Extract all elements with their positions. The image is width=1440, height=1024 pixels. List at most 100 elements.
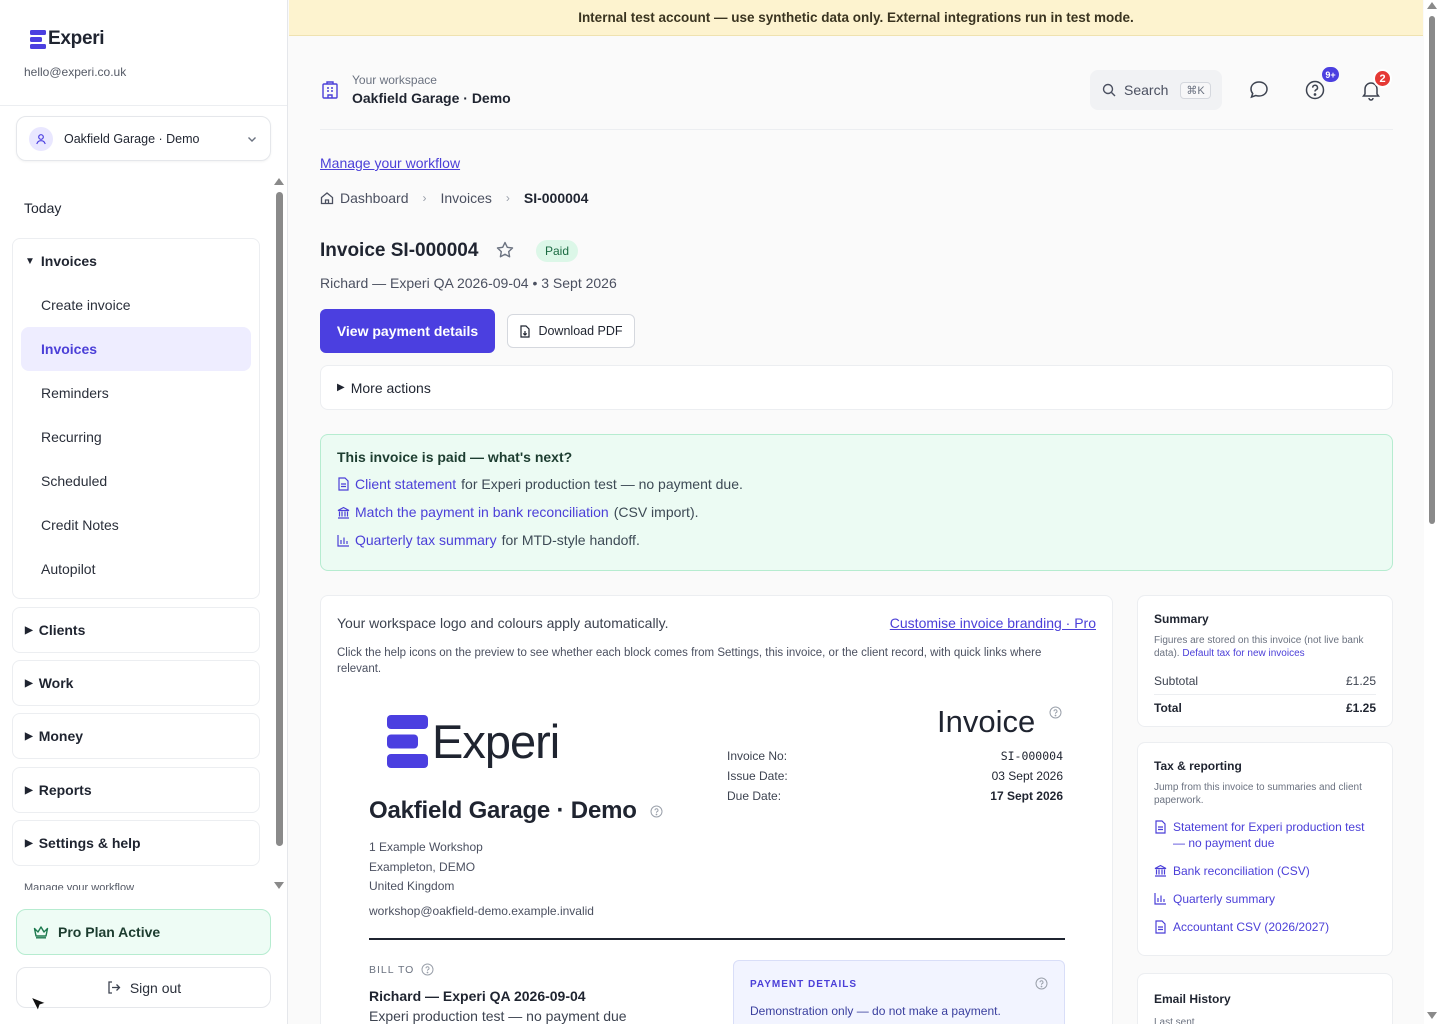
bank-reconciliation-link[interactable]: Match the payment in bank reconciliation [355, 504, 609, 520]
total-row: Total £1.25 [1154, 695, 1376, 721]
sidebar-scrollbar-thumb[interactable] [276, 192, 283, 846]
divider [0, 105, 287, 106]
scroll-down-arrow-icon[interactable] [1427, 1012, 1437, 1019]
nav-group-invoices: ▼ Invoices Create invoice Invoices Remin… [12, 238, 260, 599]
invoice-field-values: SI-000004 03 Sept 2026 17 Sept 2026 [990, 746, 1063, 806]
total-value: £1.25 [1345, 701, 1376, 715]
caret-right-icon: ▶ [25, 837, 33, 849]
page-scrollbar-thumb[interactable] [1429, 16, 1435, 524]
scroll-down-arrow-icon[interactable] [274, 882, 284, 889]
sidebar-item-reminders[interactable]: Reminders [21, 371, 251, 415]
download-pdf-button[interactable]: Download PDF [507, 314, 635, 348]
help-icon[interactable] [1303, 78, 1327, 102]
subtotal-value: £1.25 [1345, 674, 1376, 688]
list-item: Match the payment in bank reconciliation… [337, 504, 1376, 520]
list-item-text: (CSV import). [613, 504, 699, 520]
help-badge: 9+ [1322, 67, 1339, 82]
experi-logo-icon [387, 715, 428, 768]
bill-to-name: Richard — Experi QA 2026-09-04 [369, 988, 586, 1004]
more-actions-toggle[interactable]: ▶ More actions [320, 365, 1393, 410]
address-line: Exampleton, DEMO [369, 859, 476, 874]
total-label: Total [1154, 701, 1182, 715]
invoice-preview-card: Your workspace logo and colours apply au… [320, 595, 1113, 1024]
page-scrollbar[interactable] [1424, 0, 1440, 1024]
help-circle-icon[interactable] [1049, 706, 1062, 719]
customise-branding-link[interactable]: Customise invoice branding · Pro [890, 615, 1096, 631]
scroll-up-arrow-icon[interactable] [1427, 2, 1437, 9]
document-download-icon [520, 324, 531, 338]
page-title: Invoice SI-000004 [320, 240, 479, 261]
sidebar-item-autopilot[interactable]: Autopilot [21, 547, 251, 591]
nav-group-label: Money [38, 728, 84, 744]
invoice-logo: Experi [387, 714, 560, 769]
scroll-up-arrow-icon[interactable] [274, 178, 284, 185]
nav-group-settings[interactable]: ▶ Settings & help [12, 820, 260, 866]
sidebar-item-invoices[interactable]: Invoices [21, 327, 251, 371]
sign-out-button[interactable]: Sign out [16, 967, 271, 1008]
tax-link-accountant-csv[interactable]: Accountant CSV (2026/2027) [1154, 919, 1376, 935]
bill-to-sub: Experi production test — no payment due [369, 1008, 627, 1024]
branding-intro: Your workspace logo and colours apply au… [337, 615, 669, 631]
sidebar-nav: Today ▼ Invoices Create invoice Invoices… [0, 178, 272, 890]
sidebar-item-credit-notes[interactable]: Credit Notes [21, 503, 251, 547]
caret-right-icon: ▶ [337, 382, 345, 393]
subtotal-row: Subtotal £1.25 [1154, 668, 1376, 695]
manage-workflow-link[interactable]: Manage your workflow [320, 155, 460, 171]
subtotal-label: Subtotal [1154, 674, 1199, 688]
payment-details-title: PAYMENT DETAILS [750, 979, 858, 990]
nav-today[interactable]: Today [24, 200, 61, 216]
tax-link-statement[interactable]: Statement for Experi production test — n… [1154, 819, 1376, 851]
divider [369, 938, 1065, 940]
document-icon [338, 477, 349, 491]
chat-icon[interactable] [1247, 78, 1271, 102]
quarterly-tax-summary-link[interactable]: Quarterly tax summary [355, 532, 497, 548]
help-circle-icon[interactable] [650, 805, 663, 818]
sidebar-item-scheduled[interactable]: Scheduled [21, 459, 251, 503]
preview-help-text: Click the help icons on the preview to s… [337, 647, 1042, 675]
help-circle-icon[interactable] [1035, 977, 1048, 990]
tax-reporting-card: Tax & reporting Jump from this invoice t… [1137, 742, 1393, 956]
email-last-sent: Last sent [1154, 1017, 1195, 1024]
issue-date-label: Issue Date: [727, 769, 788, 783]
due-date-label: Due Date: [727, 789, 782, 803]
nav-manage-workflow[interactable]: Manage your workflow [24, 882, 134, 890]
breadcrumb-dashboard[interactable]: Dashboard [340, 190, 409, 206]
nav-group-reports[interactable]: ▶ Reports [12, 767, 260, 813]
tax-link-bank-reconciliation[interactable]: Bank reconciliation (CSV) [1154, 863, 1376, 879]
nav-group-clients[interactable]: ▶ Clients [12, 607, 260, 653]
search-shortcut: ⌘K [1180, 81, 1211, 99]
nav-group-work[interactable]: ▶ Work [12, 660, 260, 706]
breadcrumb-invoices[interactable]: Invoices [441, 190, 492, 206]
email-history-card: Email History Last sent [1137, 973, 1393, 1024]
more-actions-label: More actions [350, 379, 431, 396]
status-badge: Paid [536, 240, 579, 262]
caret-down-icon: ▼ [25, 255, 35, 267]
tax-title: Tax & reporting [1154, 759, 1242, 773]
invoice-no-value: SI-000004 [1000, 749, 1063, 763]
workspace-select[interactable]: Oakfield Garage · Demo [16, 116, 271, 161]
sidebar-item-create-invoice[interactable]: Create invoice [21, 283, 251, 327]
sidebar-item-recurring[interactable]: Recurring [21, 415, 251, 459]
view-payment-details-button[interactable]: View payment details [320, 309, 495, 353]
default-tax-link[interactable]: Default tax for new invoices [1182, 648, 1304, 659]
nav-group-header-invoices[interactable]: ▼ Invoices [13, 239, 259, 283]
list-item: Client statement for Experi production t… [337, 476, 1376, 492]
caret-right-icon: ▶ [25, 624, 33, 636]
company-address: 1 Example Workshop Exampleton, DEMO Unit… [369, 838, 483, 897]
tax-link-quarterly-summary[interactable]: Quarterly summary [1154, 891, 1376, 907]
nav-group-money[interactable]: ▶ Money [12, 713, 260, 759]
breadcrumb: Dashboard › Invoices › SI-000004 [320, 190, 588, 206]
document-icon [1155, 820, 1166, 834]
pro-plan-badge[interactable]: Pro Plan Active [16, 909, 271, 955]
star-icon[interactable] [495, 240, 515, 260]
nav-group-label: Reports [38, 782, 92, 798]
client-statement-link[interactable]: Client statement [355, 476, 456, 492]
brand-logo[interactable]: Experi [30, 28, 105, 50]
sidebar: Experi hello@experi.co.uk Oakfield Garag… [0, 0, 288, 1024]
nav-group-label: Invoices [40, 253, 97, 269]
company-name: Oakfield Garage · Demo [369, 797, 637, 824]
search-button[interactable]: Search ⌘K [1090, 70, 1222, 110]
pro-plan-label: Pro Plan Active [58, 924, 161, 940]
issue-date-value: 03 Sept 2026 [991, 769, 1063, 783]
help-circle-icon[interactable] [421, 963, 434, 976]
